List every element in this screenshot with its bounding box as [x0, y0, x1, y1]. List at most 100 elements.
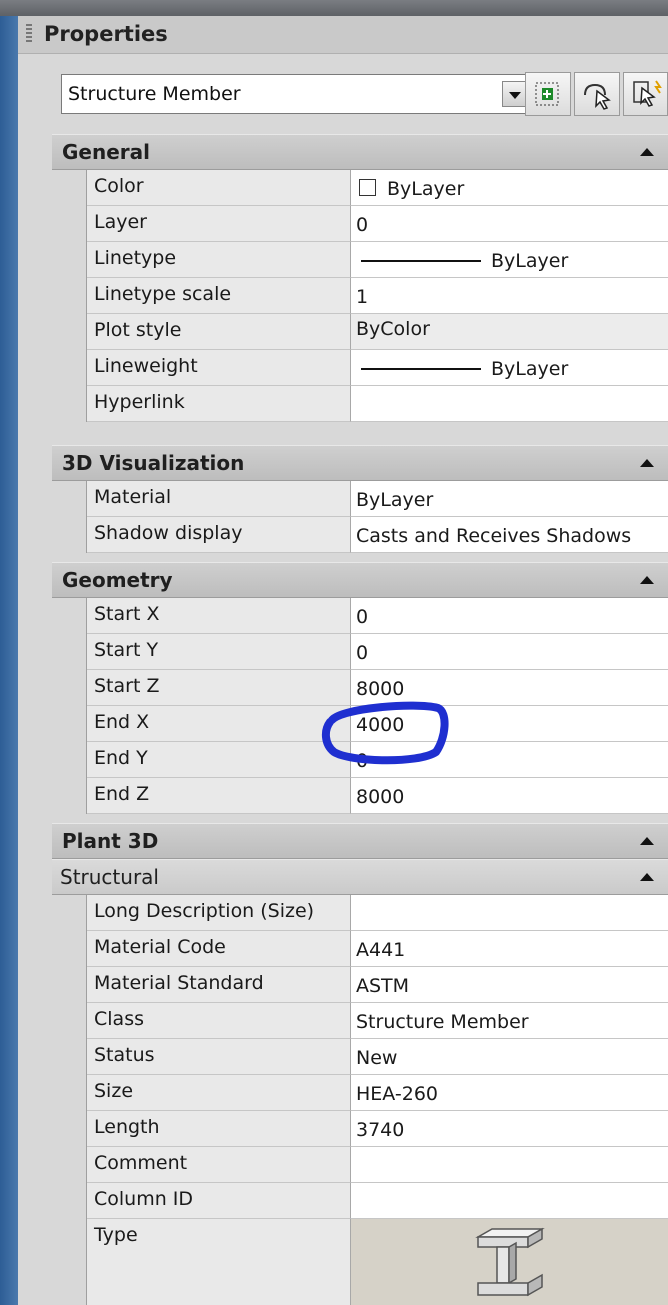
section-plant-3d[interactable]: Plant 3D	[52, 823, 668, 859]
drawing-area-edge	[0, 16, 18, 1305]
property-name-cell: Lineweight	[87, 350, 351, 386]
property-value-cell[interactable]: 4000	[351, 706, 668, 742]
palette-title-bar[interactable]: Properties	[18, 16, 668, 54]
row-gutter	[52, 1111, 87, 1147]
property-row-start-y[interactable]: Start Y 0	[52, 634, 668, 670]
property-value-cell[interactable]: ByColor	[351, 314, 668, 350]
property-name-cell: Class	[87, 1003, 351, 1039]
quick-select-button[interactable]	[623, 72, 668, 116]
property-grid: General Color ByLayer Layer 0 Linetype B…	[52, 134, 668, 1305]
property-row-lineweight[interactable]: Lineweight ByLayer	[52, 350, 668, 386]
property-row-end-y[interactable]: End Y 0	[52, 742, 668, 778]
select-objects-button[interactable]	[574, 72, 620, 116]
row-gutter	[52, 778, 87, 814]
property-value-cell[interactable]	[351, 1183, 668, 1219]
property-value-cell[interactable]: ASTM	[351, 967, 668, 1003]
property-value-cell[interactable]: ByLayer	[351, 170, 668, 206]
property-row-linetype[interactable]: Linetype ByLayer	[52, 242, 668, 278]
property-row-start-z[interactable]: Start Z 8000	[52, 670, 668, 706]
property-row-material-standard[interactable]: Material Standard ASTM	[52, 967, 668, 1003]
property-value-cell[interactable]: 0	[351, 742, 668, 778]
property-value-cell[interactable]: 0	[351, 634, 668, 670]
grip-handle-icon[interactable]	[26, 24, 32, 44]
property-name: Layer	[94, 211, 147, 233]
properties-palette: Properties Structure Member General Colo…	[18, 16, 668, 1305]
row-gutter	[52, 481, 87, 517]
property-row-status[interactable]: Status New	[52, 1039, 668, 1075]
property-row-hyperlink[interactable]: Hyperlink	[52, 386, 668, 422]
chevron-down-icon[interactable]	[502, 81, 526, 107]
row-gutter	[52, 1039, 87, 1075]
collapse-arrow-icon[interactable]	[640, 873, 654, 881]
property-name-cell: Layer	[87, 206, 351, 242]
property-row-comment[interactable]: Comment	[52, 1147, 668, 1183]
collapse-arrow-icon[interactable]	[640, 576, 654, 584]
property-name: Start Z	[94, 675, 160, 697]
property-row-size[interactable]: Size HEA-260	[52, 1075, 668, 1111]
property-row-class[interactable]: Class Structure Member	[52, 1003, 668, 1039]
property-name-cell: Linetype scale	[87, 278, 351, 314]
window-frame-top	[0, 0, 668, 16]
property-name: End Y	[94, 747, 148, 769]
property-name-cell: Type	[87, 1219, 351, 1305]
object-type-value: Structure Member	[68, 83, 241, 105]
property-value-cell[interactable]: 0	[351, 598, 668, 634]
row-gutter	[52, 517, 87, 553]
property-row-material-code[interactable]: Material Code A441	[52, 931, 668, 967]
property-value-cell[interactable]: HEA-260	[351, 1075, 668, 1111]
property-value: New	[356, 1047, 398, 1069]
property-row-type[interactable]: Type	[52, 1219, 668, 1305]
property-row-layer[interactable]: Layer 0	[52, 206, 668, 242]
property-value-cell[interactable]: A441	[351, 931, 668, 967]
property-value: 8000	[356, 786, 405, 808]
property-row-color[interactable]: Color ByLayer	[52, 170, 668, 206]
property-name-cell: End X	[87, 706, 351, 742]
section-general[interactable]: General	[52, 134, 668, 170]
property-row-length[interactable]: Length 3740	[52, 1111, 668, 1147]
section-3d-visualization[interactable]: 3D Visualization	[52, 445, 668, 481]
section-structural[interactable]: Structural	[52, 859, 668, 895]
section-geometry[interactable]: Geometry	[52, 562, 668, 598]
property-value-cell[interactable]: 3740	[351, 1111, 668, 1147]
property-value-cell[interactable]	[351, 1219, 668, 1305]
property-name-cell: End Y	[87, 742, 351, 778]
property-row-column-id[interactable]: Column ID	[52, 1183, 668, 1219]
quick-select-icon	[535, 82, 559, 106]
property-row-long-description[interactable]: Long Description (Size)	[52, 895, 668, 931]
object-type-select[interactable]: Structure Member	[61, 74, 531, 114]
property-value-cell[interactable]: 8000	[351, 778, 668, 814]
property-row-start-x[interactable]: Start X 0	[52, 598, 668, 634]
property-name: Color	[94, 175, 144, 197]
property-value-cell[interactable]: Structure Member	[351, 1003, 668, 1039]
property-value-cell[interactable]: 1	[351, 278, 668, 314]
property-row-end-x[interactable]: End X 4000	[52, 706, 668, 742]
property-value-cell[interactable]	[351, 1147, 668, 1183]
property-value-cell[interactable]: 0	[351, 206, 668, 242]
property-name: Class	[94, 1008, 144, 1030]
property-name: Type	[94, 1224, 138, 1246]
property-value-cell[interactable]: ByLayer	[351, 350, 668, 386]
property-row-material[interactable]: Material ByLayer	[52, 481, 668, 517]
toggle-pickadd-button[interactable]	[525, 72, 571, 116]
property-value-cell[interactable]	[351, 895, 668, 931]
property-row-linetype-scale[interactable]: Linetype scale 1	[52, 278, 668, 314]
property-value-cell[interactable]: ByLayer	[351, 481, 668, 517]
collapse-arrow-icon[interactable]	[640, 837, 654, 845]
property-row-shadow-display[interactable]: Shadow display Casts and Receives Shadow…	[52, 517, 668, 553]
property-value: 1	[356, 286, 369, 308]
row-gutter	[52, 1075, 87, 1111]
property-value: ASTM	[356, 975, 410, 997]
property-row-plot-style[interactable]: Plot style ByColor	[52, 314, 668, 350]
property-name: Shadow display	[94, 522, 243, 544]
property-value-cell[interactable]: 8000	[351, 670, 668, 706]
property-value-cell[interactable]: ByLayer	[351, 242, 668, 278]
property-row-end-z[interactable]: End Z 8000	[52, 778, 668, 814]
section-label: Structural	[60, 865, 159, 889]
property-value-cell[interactable]	[351, 386, 668, 422]
collapse-arrow-icon[interactable]	[640, 459, 654, 467]
property-name-cell: Comment	[87, 1147, 351, 1183]
property-value-cell[interactable]: Casts and Receives Shadows	[351, 517, 668, 553]
collapse-arrow-icon[interactable]	[640, 148, 654, 156]
property-value-cell[interactable]: New	[351, 1039, 668, 1075]
property-name-cell: Color	[87, 170, 351, 206]
